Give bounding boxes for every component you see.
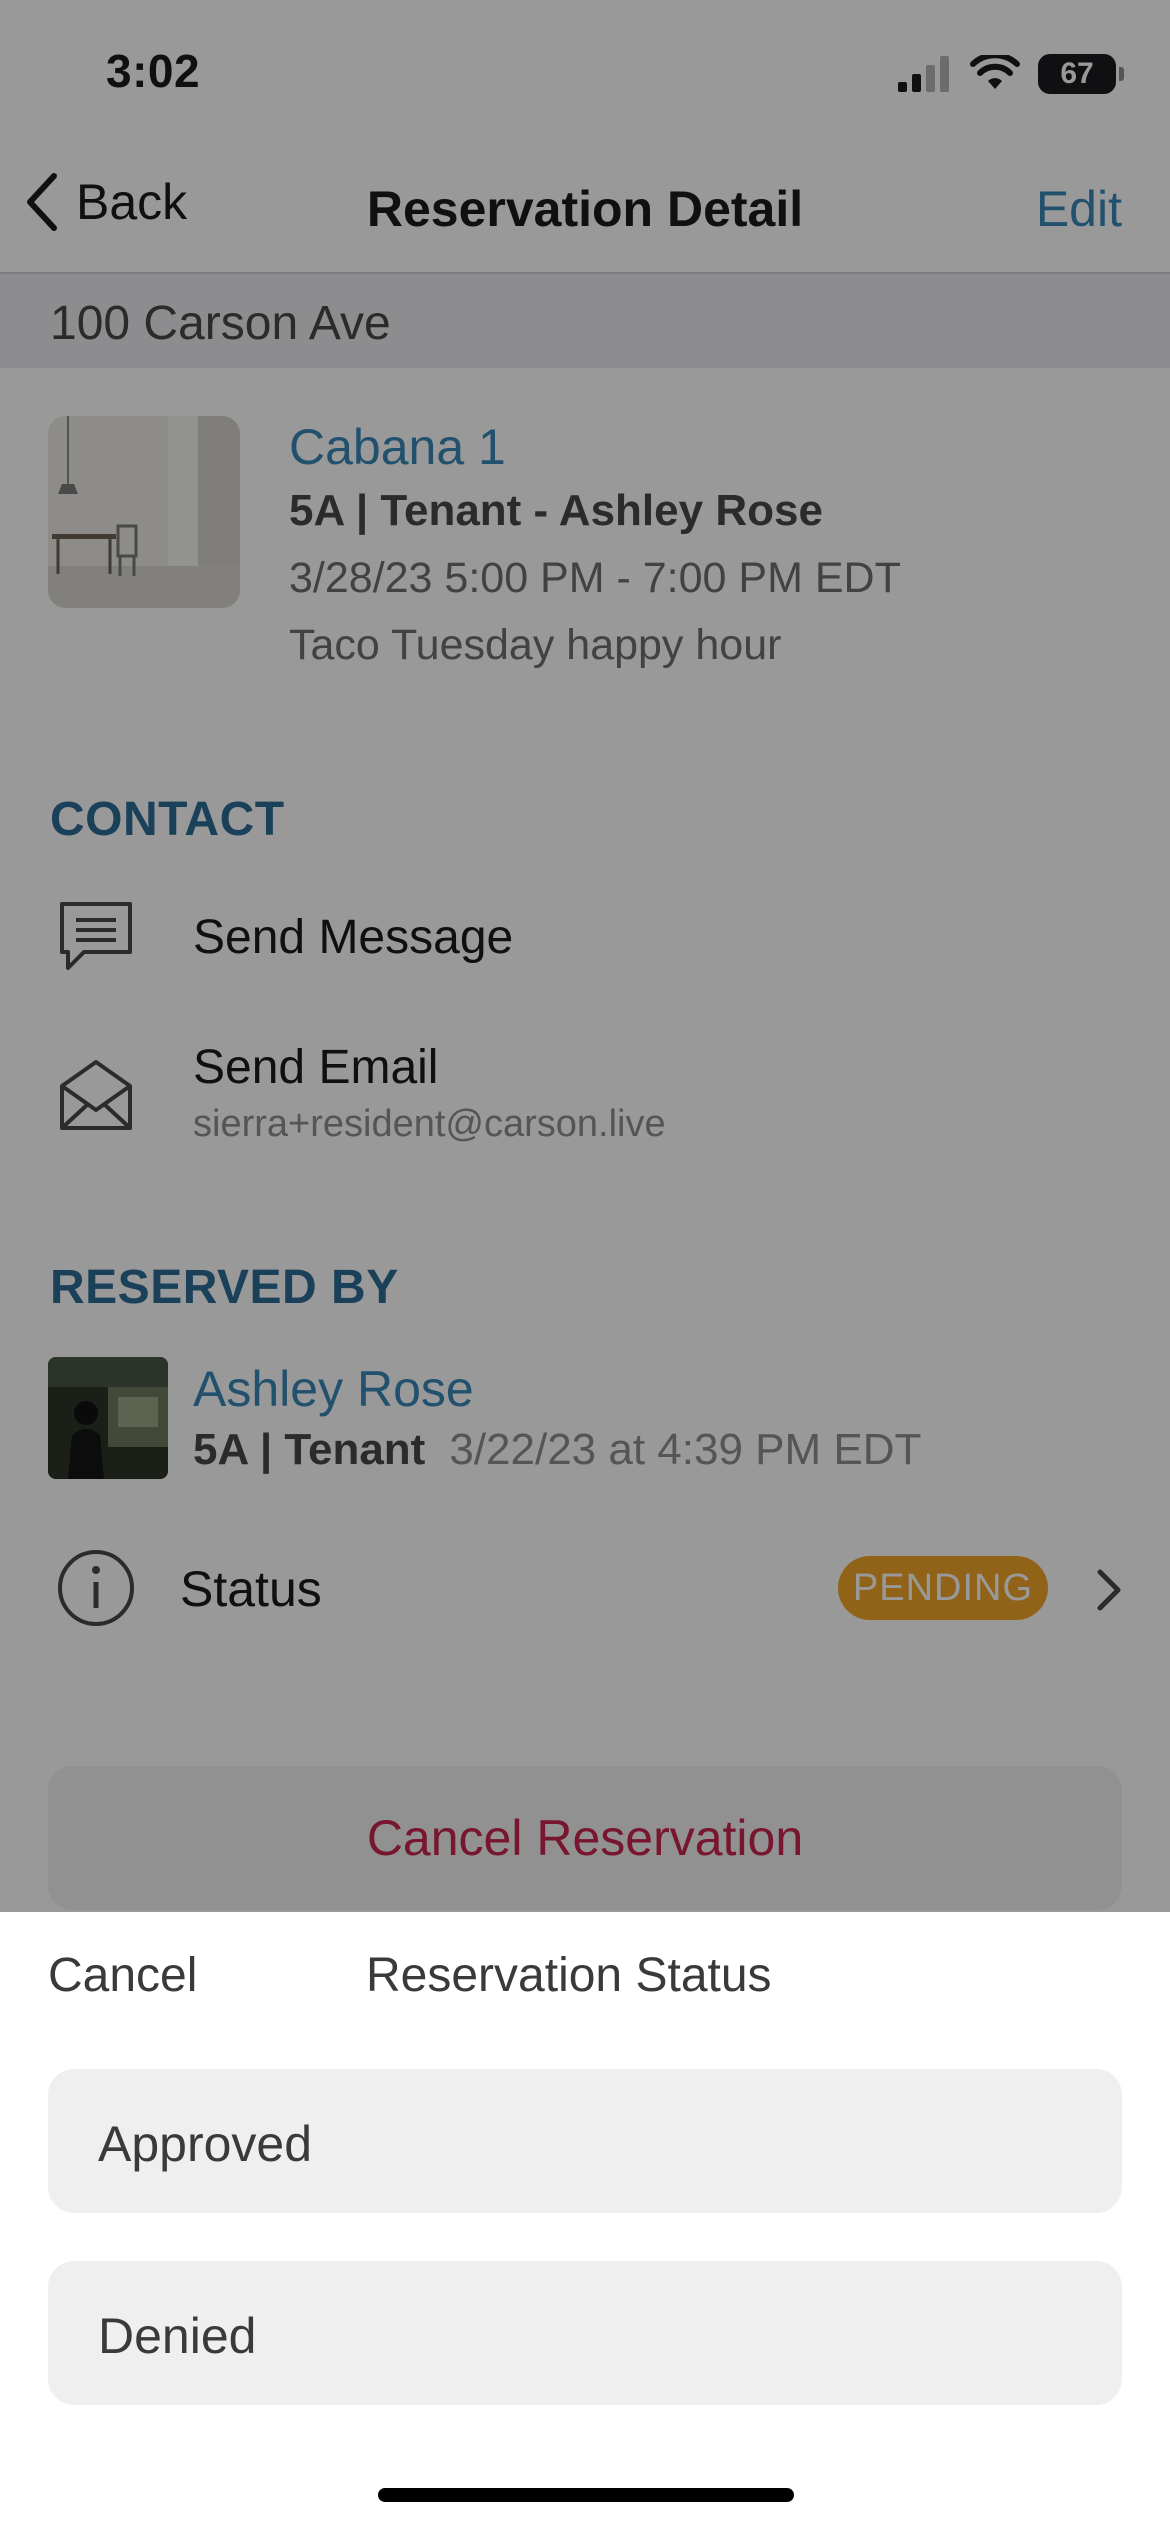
modal-backdrop[interactable] [0, 0, 1170, 1912]
sheet-title: Reservation Status [366, 1949, 772, 2002]
sheet-cancel-button[interactable]: Cancel [48, 1948, 197, 2003]
reservation-status-sheet: Cancel Reservation Status Approved Denie… [0, 1912, 1170, 2532]
status-option-label: Denied [98, 2308, 257, 2364]
reservation-detail-screen: 3:02 67 Back Reservation Detail Edit 100… [0, 0, 1170, 1912]
status-option-approved[interactable]: Approved [48, 2069, 1122, 2213]
status-option-label: Approved [98, 2116, 313, 2172]
home-indicator[interactable] [378, 2488, 794, 2502]
status-option-denied[interactable]: Denied [48, 2261, 1122, 2405]
